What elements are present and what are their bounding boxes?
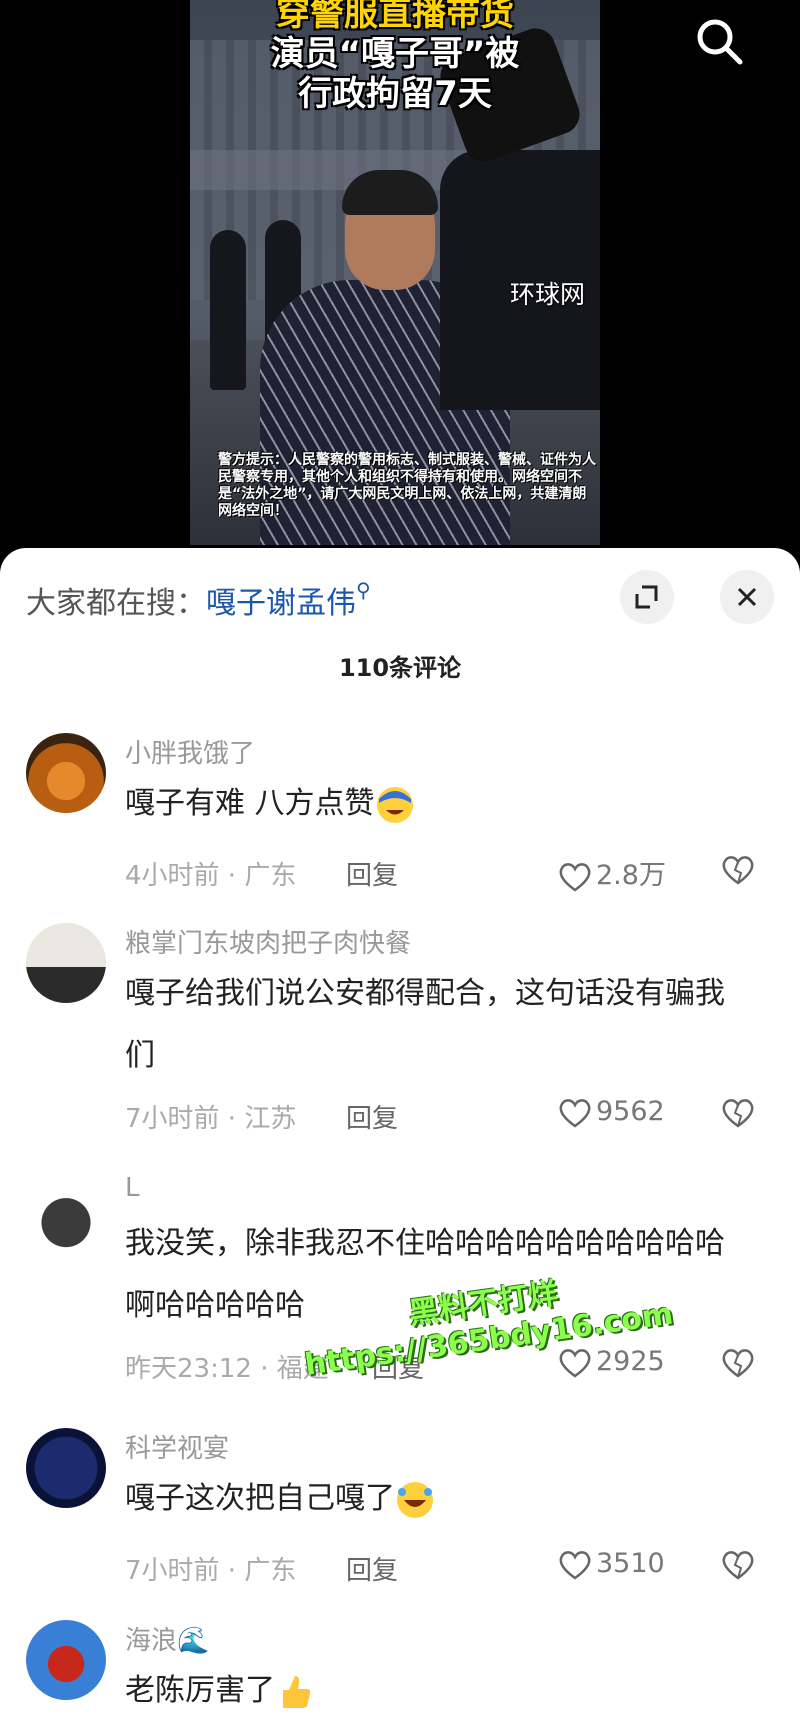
hot-search-keyword[interactable]: 嘎子谢孟伟: [206, 586, 356, 621]
comment-count: 110条评论: [338, 654, 462, 682]
dislike-button[interactable]: [720, 1346, 756, 1384]
like-button[interactable]: 3510: [558, 1548, 665, 1581]
comment-time-location: 7小时前 · 江苏: [125, 1104, 297, 1134]
comment-username[interactable]: 科学视宴: [125, 1428, 229, 1465]
rofl-emoji: [397, 1481, 433, 1518]
comment-time-location: 昨天23:12 · 福建: [125, 1354, 329, 1384]
expand-button[interactable]: [620, 570, 674, 624]
comment-text: 嘎子给我们说公安都得配合，这句话没有骗我们: [125, 976, 725, 1073]
comment-text-content: 老陈厉害了: [125, 1673, 275, 1708]
broken-heart-icon: [722, 856, 754, 885]
close-button[interactable]: [720, 570, 774, 624]
comment-item: 小胖我饿了 嘎子有难 八方点赞 4小时前 · 广东 回复 2.8万: [0, 733, 800, 933]
avatar[interactable]: [26, 1173, 106, 1253]
comment-username[interactable]: 粮掌门东坡肉把子肉快餐: [125, 923, 411, 960]
like-button[interactable]: 9562: [558, 1096, 665, 1129]
avatar[interactable]: [26, 733, 106, 813]
headline-line-1: 穿警服直播带货: [276, 0, 514, 34]
comment-username[interactable]: 小胖我饿了: [125, 733, 255, 770]
heart-icon: [559, 862, 591, 892]
police-notice: 警方提示：人民警察的警用标志、制式服装、警械、证件为人民警察专用，其他个人和组织…: [218, 452, 596, 519]
avatar[interactable]: [26, 923, 106, 1003]
reply-button[interactable]: 回复: [346, 855, 398, 892]
broken-heart-icon: [722, 1349, 754, 1378]
headline-line-3: 行政拘留7天: [298, 74, 492, 114]
reply-button[interactable]: 回复: [346, 1550, 398, 1587]
video-headline: 穿警服直播带货 演员“嘎子哥”被 行政拘留7天: [190, 0, 600, 114]
comment-item: 科学视宴 嘎子这次把自己嘎了 7小时前 · 广东 回复 3510: [0, 1428, 800, 1608]
like-count: 9562: [596, 1096, 665, 1127]
video-player[interactable]: 穿警服直播带货 演员“嘎子哥”被 行政拘留7天 环球网 警方提示：人民警察的警用…: [0, 0, 800, 560]
search-icon: ⚲: [356, 578, 371, 602]
reply-button[interactable]: 回复: [346, 1098, 398, 1135]
close-icon: [737, 587, 757, 607]
comment-text-content: 嘎子有难 八方点赞: [125, 786, 375, 821]
expand-icon: [635, 585, 658, 609]
dislike-button[interactable]: [720, 853, 756, 891]
like-count: 3510: [596, 1548, 665, 1579]
bystander: [210, 230, 246, 390]
dislike-button[interactable]: [720, 1096, 756, 1134]
broken-heart-icon: [722, 1551, 754, 1580]
hot-search-label: 大家都在搜：: [26, 586, 206, 621]
comment-username[interactable]: L: [125, 1173, 140, 1203]
comment-item: 海浪🌊 老陈厉害了: [0, 1620, 800, 1726]
like-button[interactable]: 2.8万: [558, 853, 666, 893]
dislike-button[interactable]: [720, 1548, 756, 1586]
avatar[interactable]: [26, 1620, 106, 1700]
comment-username[interactable]: 海浪🌊: [125, 1620, 209, 1657]
comment-sheet: 大家都在搜：嘎子谢孟伟⚲ 110条评论 小胖我饿了 嘎子有难 八方点赞 4小时前…: [0, 548, 800, 1726]
comment-item: 粮掌门东坡肉把子肉快餐 嘎子给我们说公安都得配合，这句话没有骗我们 7小时前 ·…: [0, 923, 800, 1153]
like-count: 2.8万: [596, 860, 666, 891]
comment-text: 老陈厉害了: [125, 1660, 745, 1722]
hair: [342, 170, 438, 215]
heart-icon: [559, 1550, 591, 1580]
like-button[interactable]: 2925: [558, 1346, 665, 1379]
heart-icon: [559, 1348, 591, 1378]
broken-heart-icon: [722, 1099, 754, 1128]
like-count: 2925: [596, 1346, 665, 1377]
comment-text: 嘎子这次把自己嘎了: [125, 1468, 745, 1530]
heart-icon: [559, 1098, 591, 1128]
search-icon[interactable]: [690, 12, 750, 72]
comment-text: 嘎子有难 八方点赞: [125, 773, 745, 835]
avatar[interactable]: [26, 1428, 106, 1508]
laughing-sweat-emoji: [376, 786, 413, 823]
hot-search[interactable]: 大家都在搜：嘎子谢孟伟⚲: [26, 578, 371, 622]
thumbs-up-emoji: [283, 1675, 311, 1708]
headline-line-2: 演员“嘎子哥”被: [270, 34, 520, 74]
video-watermark: 环球网: [510, 280, 586, 309]
comment-time-location: 7小时前 · 广东: [125, 1556, 297, 1586]
comment-time-location: 4小时前 · 广东: [125, 861, 297, 891]
comment-text-content: 嘎子这次把自己嘎了: [125, 1481, 395, 1516]
